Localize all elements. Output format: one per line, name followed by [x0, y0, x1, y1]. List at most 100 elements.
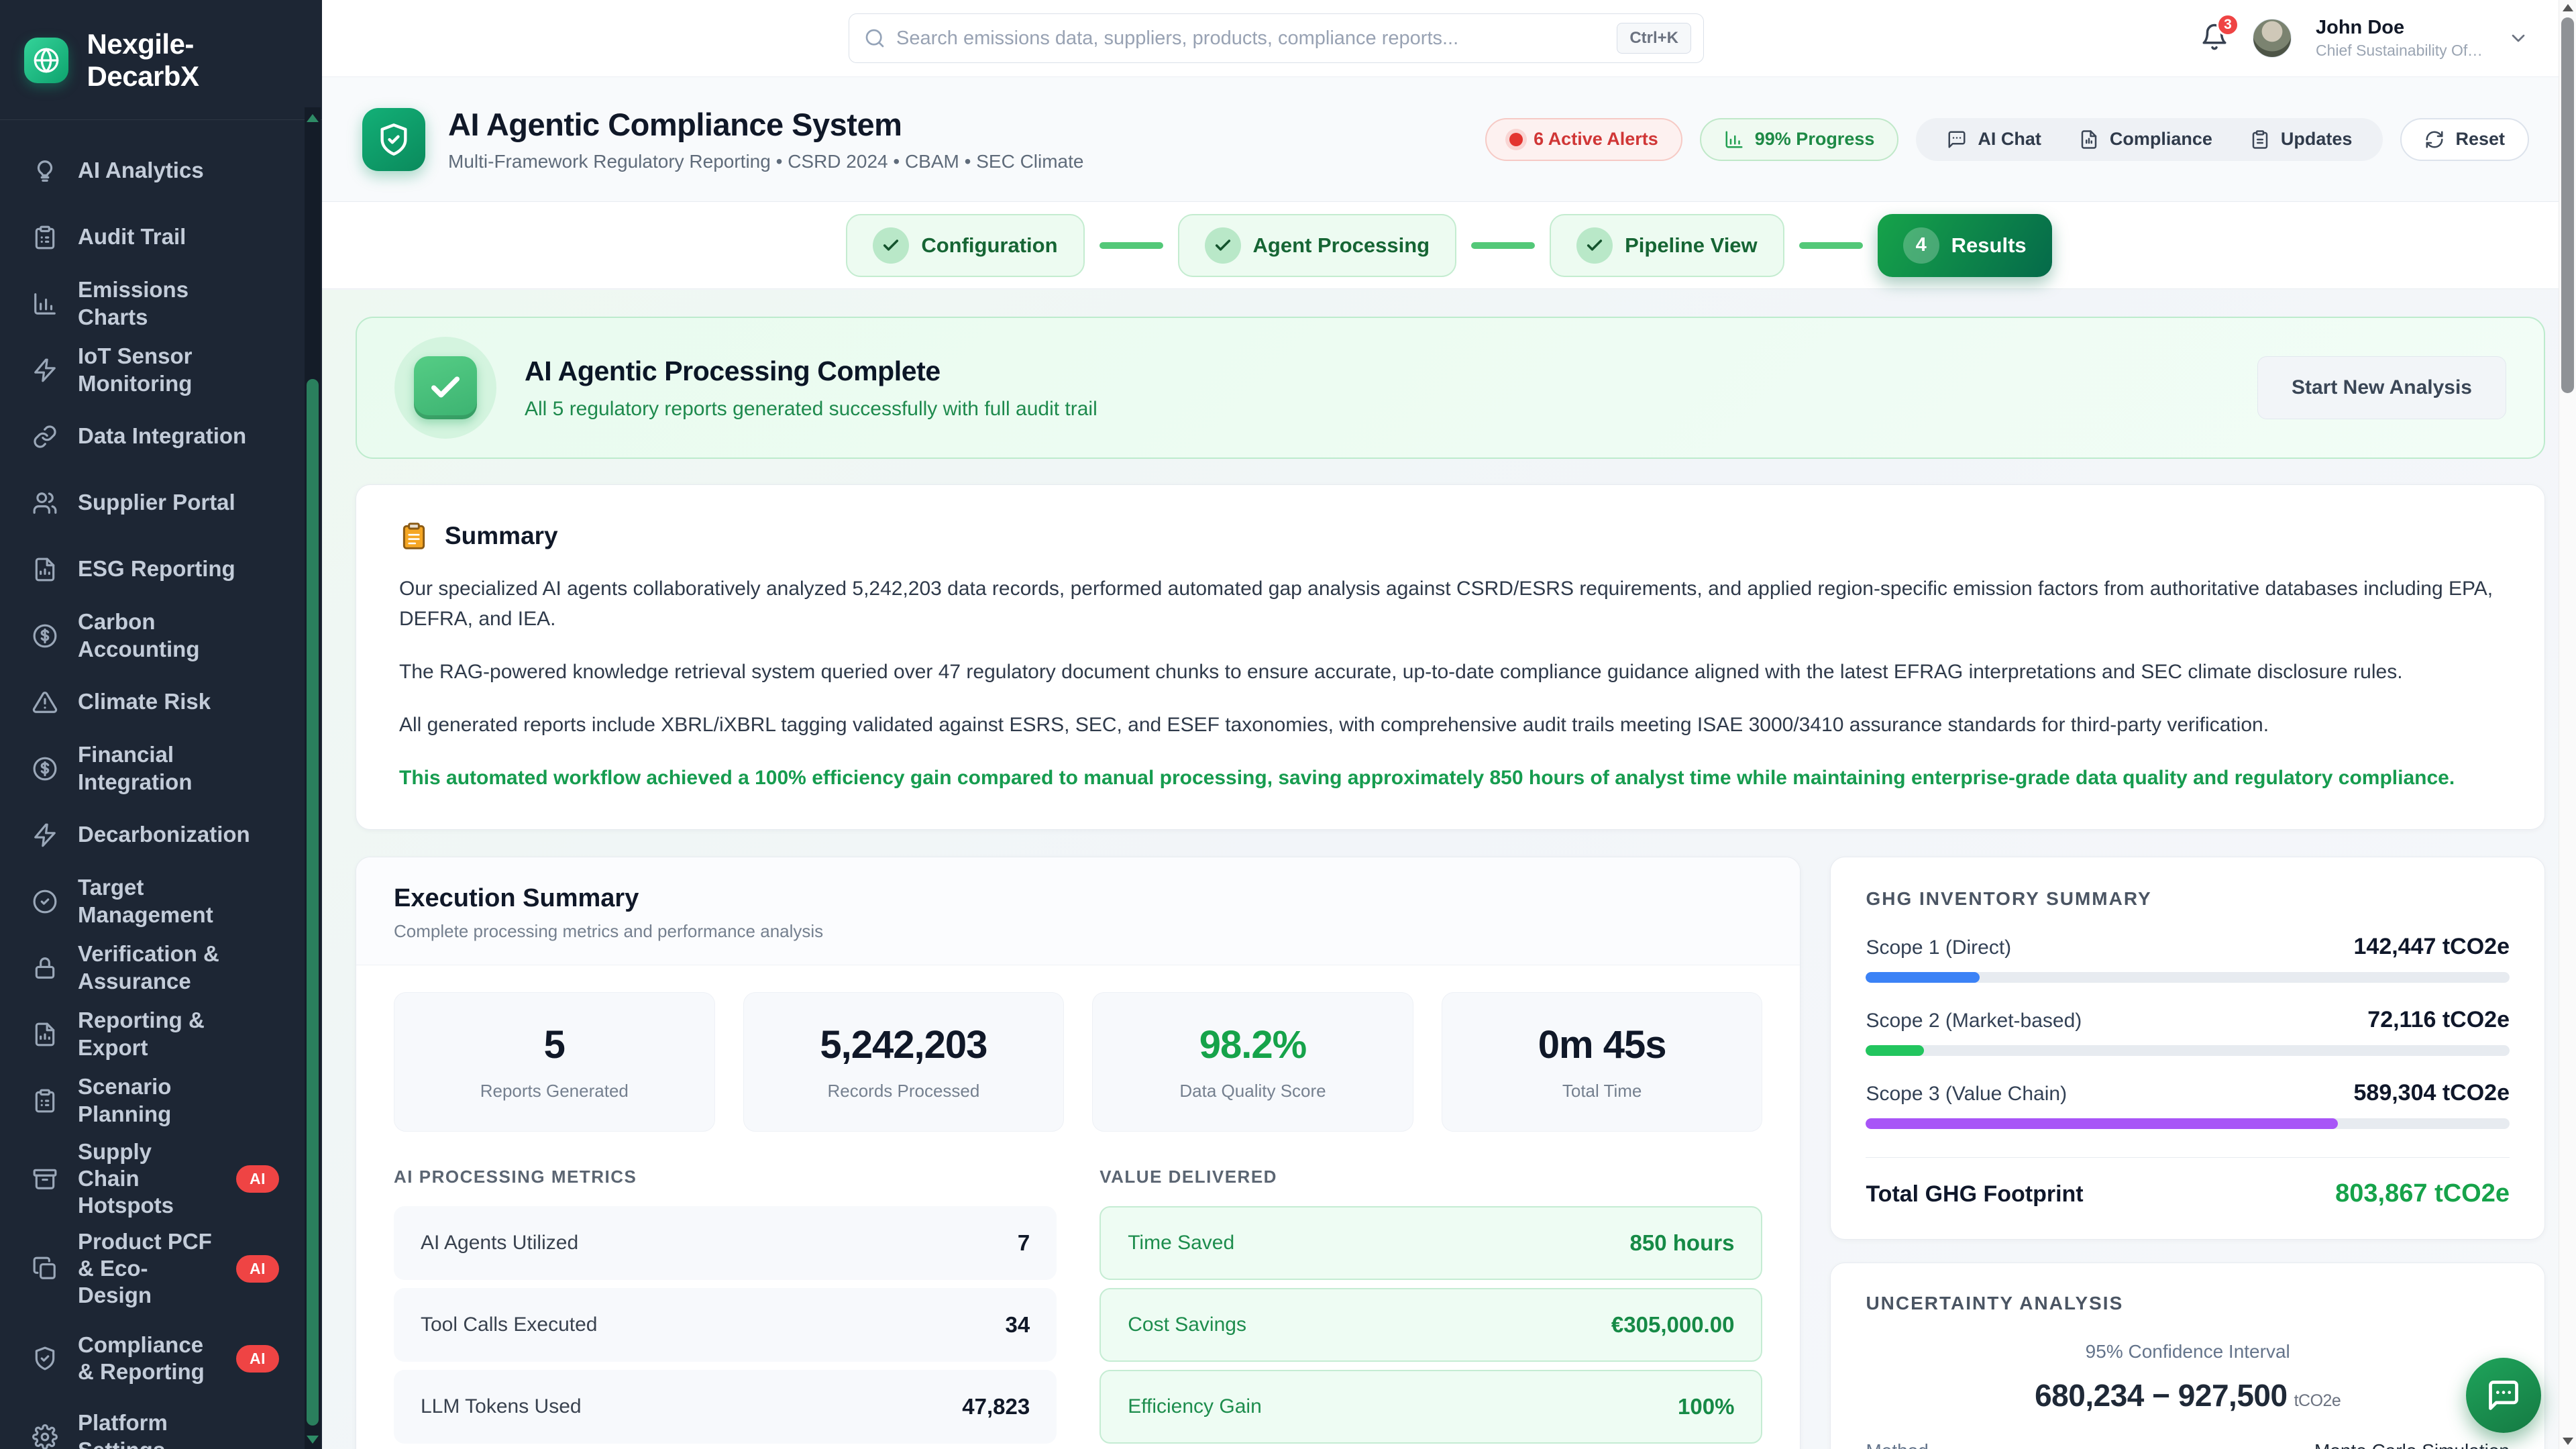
lock-icon — [32, 955, 58, 981]
step-connector — [1099, 242, 1163, 249]
header-tools-group: AI Chat Compliance Updates — [1916, 118, 2383, 161]
sidebar-item-financial-integration[interactable]: Financial Integration — [0, 735, 322, 802]
banner-title: AI Agentic Processing Complete — [525, 356, 1097, 387]
check-icon — [1205, 227, 1241, 264]
value-column-heading: VALUE DELIVERED — [1099, 1167, 1762, 1187]
step-agent-processing[interactable]: Agent Processing — [1178, 214, 1457, 277]
sidebar-item-product-pcf-eco-design[interactable]: Product PCF & Eco-Design AI — [0, 1224, 322, 1313]
sidebar-item-audit-trail[interactable]: Audit Trail — [0, 204, 322, 270]
banner-subtitle: All 5 regulatory reports generated succe… — [525, 398, 1097, 421]
sidebar-item-climate-risk[interactable]: Climate Risk — [0, 669, 322, 735]
step-connector — [1799, 242, 1863, 249]
check-icon — [873, 227, 909, 264]
summary-title: Summary — [445, 522, 558, 550]
step-configuration[interactable]: Configuration — [846, 214, 1084, 277]
execution-summary-title: Execution Summary — [394, 884, 1762, 913]
method-row: Method Monte Carlo Simulation — [1866, 1440, 2510, 1449]
metrics-column-heading: AI PROCESSING METRICS — [394, 1167, 1057, 1187]
banner-text: AI Agentic Processing Complete All 5 reg… — [525, 356, 1097, 421]
page-scrollbar[interactable] — [2559, 0, 2576, 1449]
success-check-icon — [414, 356, 477, 419]
updates-button[interactable]: Updates — [2250, 129, 2353, 150]
sidebar-item-iot-sensor-monitoring[interactable]: IoT Sensor Monitoring — [0, 337, 322, 403]
sidebar-item-scenario-planning[interactable]: Scenario Planning — [0, 1067, 322, 1134]
active-alerts-badge[interactable]: 6 Active Alerts — [1485, 118, 1682, 161]
sidebar-item-esg-reporting[interactable]: ESG Reporting — [0, 536, 322, 602]
confidence-interval-label: 95% Confidence Interval — [1866, 1341, 2510, 1362]
stats-grid: 5 Reports Generated 5,242,203 Records Pr… — [394, 992, 1762, 1132]
stat-data-quality-score: 98.2% Data Quality Score — [1092, 992, 1413, 1132]
chat-bubble-icon — [2486, 1378, 2521, 1413]
bar-chart-icon — [32, 291, 58, 317]
sidebar-item-emissions-charts[interactable]: Emissions Charts — [0, 270, 322, 337]
sidebar-item-data-integration[interactable]: Data Integration — [0, 403, 322, 470]
scope3-progress-fill — [1866, 1118, 2337, 1129]
step-results[interactable]: 4 Results — [1878, 214, 2052, 277]
search-icon — [864, 28, 885, 49]
value-row-efficiency-gain: Efficiency Gain 100% — [1099, 1370, 1762, 1444]
start-new-analysis-button[interactable]: Start New Analysis — [2257, 356, 2506, 419]
success-banner: AI Agentic Processing Complete All 5 reg… — [356, 317, 2545, 459]
sidebar-item-compliance-reporting[interactable]: Compliance & Reporting AI — [0, 1313, 322, 1403]
shield-check-icon — [32, 1346, 58, 1371]
sidebar-nav: AI Analytics Audit Trail Emissions Chart… — [0, 120, 322, 1449]
execution-summary-subtitle: Complete processing metrics and performa… — [394, 921, 1762, 942]
main-content: AI Agentic Processing Complete All 5 reg… — [322, 290, 2576, 1449]
sidebar-item-supply-chain-hotspots[interactable]: Supply Chain Hotspots AI — [0, 1134, 322, 1224]
sidebar-item-carbon-accounting[interactable]: Carbon Accounting — [0, 602, 322, 669]
globe-icon — [33, 47, 60, 74]
avatar[interactable] — [2253, 19, 2292, 58]
page-header-text: AI Agentic Compliance System Multi-Frame… — [448, 106, 1083, 172]
progress-badge[interactable]: 99% Progress — [1700, 118, 1899, 161]
page-scrollbar-thumb[interactable] — [2561, 17, 2574, 393]
compliance-button[interactable]: Compliance — [2079, 129, 2212, 150]
execution-summary-header: Execution Summary Complete processing me… — [356, 857, 1800, 965]
brand-logo — [24, 38, 68, 83]
page-header-actions: 6 Active Alerts 99% Progress AI Chat Com… — [1485, 118, 2529, 161]
clipboard-icon — [2250, 129, 2270, 150]
ai-badge: AI — [236, 1345, 279, 1373]
sidebar-item-verification-assurance[interactable]: Verification & Assurance — [0, 934, 322, 1001]
copy-icon — [32, 1256, 58, 1281]
value-delivered-column: VALUE DELIVERED Time Saved 850 hours Cos… — [1099, 1167, 1762, 1449]
sidebar-scrollbar-thumb[interactable] — [307, 379, 319, 1426]
value-row-time-saved: Time Saved 850 hours — [1099, 1206, 1762, 1280]
step-navigation: Configuration Agent Processing Pipeline … — [322, 202, 2576, 289]
global-search[interactable]: Ctrl+K — [849, 13, 1704, 63]
sidebar-item-supplier-portal[interactable]: Supplier Portal — [0, 470, 322, 536]
shield-check-icon — [362, 108, 425, 171]
zap-icon — [32, 822, 58, 848]
search-shortcut-kbd: Ctrl+K — [1617, 23, 1691, 54]
sidebar-scrollbar[interactable] — [305, 107, 321, 1449]
clipboard-emoji-icon — [399, 521, 429, 551]
users-icon — [32, 490, 58, 516]
stat-records-processed: 5,242,203 Records Processed — [743, 992, 1065, 1132]
sidebar-item-reporting-export[interactable]: Reporting & Export — [0, 1001, 322, 1067]
sidebar-item-platform-settings[interactable]: Platform Settings — [0, 1403, 322, 1449]
notifications-button[interactable]: 3 — [2200, 23, 2229, 54]
summary-highlight: This automated workflow achieved a 100% … — [399, 763, 2502, 793]
sidebar-item-target-management[interactable]: Target Management — [0, 868, 322, 934]
sidebar-item-ai-analytics[interactable]: AI Analytics — [0, 138, 322, 204]
refresh-icon — [2424, 129, 2445, 150]
scroll-up-arrow-icon[interactable] — [307, 114, 319, 122]
brand[interactable]: Nexgile-DecarbX — [0, 0, 322, 120]
scroll-down-arrow-icon[interactable] — [307, 1436, 319, 1444]
ai-chat-button[interactable]: AI Chat — [1947, 129, 2041, 150]
reset-button[interactable]: Reset — [2400, 118, 2529, 161]
scroll-up-arrow-icon[interactable] — [2563, 4, 2573, 11]
step-pipeline-view[interactable]: Pipeline View — [1550, 214, 1784, 277]
scroll-down-arrow-icon[interactable] — [2563, 1438, 2573, 1445]
notification-count-badge: 3 — [2216, 13, 2239, 36]
chevron-down-icon[interactable] — [2508, 28, 2529, 49]
scope1-progress-fill — [1866, 972, 1980, 983]
chat-fab-button[interactable] — [2466, 1358, 2541, 1433]
file-chart-icon — [32, 1022, 58, 1047]
search-input[interactable] — [896, 28, 1617, 50]
summary-card: Summary Our specialized AI agents collab… — [356, 484, 2545, 830]
link-icon — [32, 424, 58, 449]
app-window: Nexgile-DecarbX AI Analytics Audit Trail… — [0, 0, 2576, 1449]
ghg-inventory-card: GHG INVENTORY SUMMARY Scope 1 (Direct) 1… — [1830, 857, 2545, 1240]
dollar-circle-icon — [32, 756, 58, 782]
sidebar-item-decarbonization[interactable]: Decarbonization — [0, 802, 322, 868]
